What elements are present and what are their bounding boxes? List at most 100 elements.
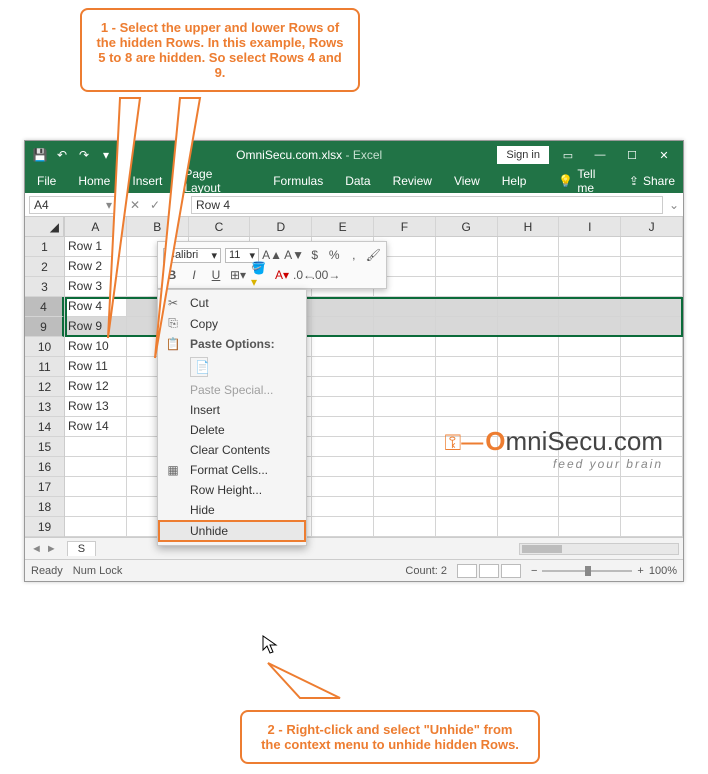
minimize-button[interactable]: — bbox=[587, 145, 613, 165]
fill-color-icon[interactable]: 🪣▾ bbox=[251, 266, 269, 284]
cell-A18[interactable] bbox=[65, 497, 127, 517]
col-header-i[interactable]: I bbox=[559, 217, 621, 236]
cell-J13[interactable] bbox=[621, 397, 683, 417]
row-header-14[interactable]: 14 bbox=[25, 417, 64, 437]
cell-A1[interactable]: Row 1 bbox=[65, 237, 127, 257]
close-button[interactable]: ✕ bbox=[651, 145, 677, 165]
font-family-select[interactable]: Calibri▾ bbox=[163, 248, 221, 263]
cell-I3[interactable] bbox=[559, 277, 621, 297]
cell-G13[interactable] bbox=[436, 397, 498, 417]
row-header-16[interactable]: 16 bbox=[25, 457, 64, 477]
tab-view[interactable]: View bbox=[450, 171, 484, 191]
cell-E17[interactable] bbox=[312, 477, 374, 497]
maximize-button[interactable]: ☐ bbox=[619, 145, 645, 165]
tab-file[interactable]: File bbox=[33, 171, 60, 191]
row-header-10[interactable]: 10 bbox=[25, 337, 64, 357]
cell-E10[interactable] bbox=[312, 337, 374, 357]
cell-G2[interactable] bbox=[436, 257, 498, 277]
cell-H1[interactable] bbox=[498, 237, 560, 257]
cell-I9[interactable] bbox=[559, 317, 621, 337]
undo-icon[interactable]: ↶ bbox=[55, 148, 69, 162]
cell-A16[interactable] bbox=[65, 457, 127, 477]
border-icon[interactable]: ⊞▾ bbox=[229, 266, 247, 284]
cell-H18[interactable] bbox=[498, 497, 560, 517]
cell-A15[interactable] bbox=[65, 437, 127, 457]
cell-H4[interactable] bbox=[498, 297, 560, 317]
cell-E13[interactable] bbox=[312, 397, 374, 417]
cell-E12[interactable] bbox=[312, 377, 374, 397]
cancel-icon[interactable]: ✕ bbox=[127, 198, 143, 212]
tab-page-layout[interactable]: Page Layout bbox=[180, 164, 255, 198]
cell-A19[interactable] bbox=[65, 517, 127, 537]
menu-row-height[interactable]: Row Height... bbox=[158, 480, 306, 500]
col-header-g[interactable]: G bbox=[436, 217, 498, 236]
cell-I17[interactable] bbox=[559, 477, 621, 497]
col-header-c[interactable]: C bbox=[189, 217, 251, 236]
row-header-1[interactable]: 1 bbox=[25, 237, 64, 257]
cell-F19[interactable] bbox=[374, 517, 436, 537]
cell-H2[interactable] bbox=[498, 257, 560, 277]
decrease-font-icon[interactable]: A▼ bbox=[285, 246, 303, 264]
cell-J9[interactable] bbox=[621, 317, 683, 337]
cell-A4[interactable]: Row 4 bbox=[65, 297, 127, 317]
zoom-level[interactable]: 100% bbox=[649, 565, 677, 577]
row-header-12[interactable]: 12 bbox=[25, 377, 64, 397]
zoom-in-button[interactable]: + bbox=[637, 565, 643, 577]
row-header-13[interactable]: 13 bbox=[25, 397, 64, 417]
redo-icon[interactable]: ↷ bbox=[77, 148, 91, 162]
cell-F14[interactable] bbox=[374, 417, 436, 437]
cell-G18[interactable] bbox=[436, 497, 498, 517]
sign-in-button[interactable]: Sign in bbox=[497, 146, 549, 164]
zoom-slider[interactable] bbox=[542, 570, 632, 572]
cell-F10[interactable] bbox=[374, 337, 436, 357]
cell-H12[interactable] bbox=[498, 377, 560, 397]
row-header-3[interactable]: 3 bbox=[25, 277, 64, 297]
cell-H11[interactable] bbox=[498, 357, 560, 377]
menu-delete[interactable]: Delete bbox=[158, 420, 306, 440]
cell-J18[interactable] bbox=[621, 497, 683, 517]
row-header-17[interactable]: 17 bbox=[25, 477, 64, 497]
sheet-prev-icon[interactable]: ◄ bbox=[31, 543, 42, 555]
row-header-19[interactable]: 19 bbox=[25, 517, 64, 537]
cell-J12[interactable] bbox=[621, 377, 683, 397]
cell-E19[interactable] bbox=[312, 517, 374, 537]
cell-J19[interactable] bbox=[621, 517, 683, 537]
menu-clear-contents[interactable]: Clear Contents bbox=[158, 440, 306, 460]
row-header-9[interactable]: 9 bbox=[25, 317, 64, 337]
enter-icon[interactable]: ✓ bbox=[147, 198, 163, 212]
tab-help[interactable]: Help bbox=[498, 171, 531, 191]
cell-H13[interactable] bbox=[498, 397, 560, 417]
cell-I4[interactable] bbox=[559, 297, 621, 317]
cell-I13[interactable] bbox=[559, 397, 621, 417]
cell-G10[interactable] bbox=[436, 337, 498, 357]
row-header-11[interactable]: 11 bbox=[25, 357, 64, 377]
font-color-icon[interactable]: A▾ bbox=[273, 266, 291, 284]
col-header-h[interactable]: H bbox=[498, 217, 560, 236]
share-button[interactable]: ⇪Share bbox=[629, 174, 675, 188]
formula-input[interactable]: Row 4 bbox=[191, 196, 663, 214]
menu-unhide[interactable]: Unhide bbox=[158, 520, 306, 542]
cell-E15[interactable] bbox=[312, 437, 374, 457]
cell-E18[interactable] bbox=[312, 497, 374, 517]
cell-J4[interactable] bbox=[621, 297, 683, 317]
menu-cut[interactable]: ✂Cut bbox=[158, 293, 306, 313]
currency-icon[interactable]: $ bbox=[307, 246, 323, 264]
normal-view-button[interactable] bbox=[457, 564, 477, 578]
cell-F15[interactable] bbox=[374, 437, 436, 457]
cell-G9[interactable] bbox=[436, 317, 498, 337]
fx-icon[interactable]: fx bbox=[167, 198, 183, 212]
cell-A10[interactable]: Row 10 bbox=[65, 337, 127, 357]
cell-H10[interactable] bbox=[498, 337, 560, 357]
cell-J2[interactable] bbox=[621, 257, 683, 277]
row-header-4[interactable]: 4 bbox=[25, 297, 64, 317]
cell-F4[interactable] bbox=[374, 297, 436, 317]
sheet-tab[interactable]: S bbox=[67, 541, 96, 556]
menu-copy[interactable]: ⎘Copy bbox=[158, 313, 306, 334]
cell-A13[interactable]: Row 13 bbox=[65, 397, 127, 417]
col-header-j[interactable]: J bbox=[621, 217, 683, 236]
tell-me-search[interactable]: 💡Tell me bbox=[558, 167, 614, 195]
save-icon[interactable]: 💾 bbox=[33, 148, 47, 162]
cell-F18[interactable] bbox=[374, 497, 436, 517]
cell-J10[interactable] bbox=[621, 337, 683, 357]
cell-F16[interactable] bbox=[374, 457, 436, 477]
